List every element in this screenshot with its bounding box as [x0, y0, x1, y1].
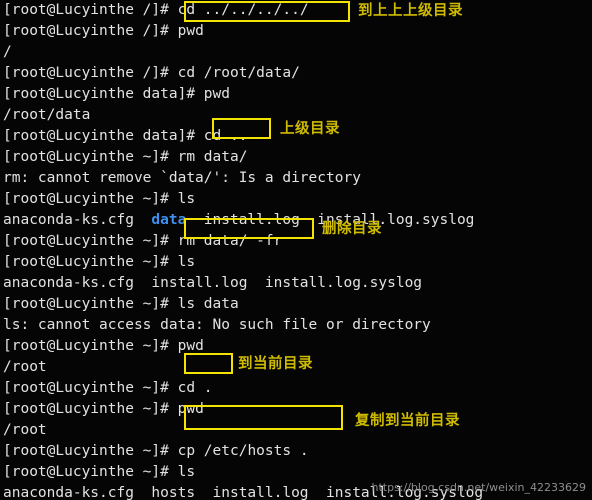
- shell-prompt: [root@Lucyinthe ~]#: [3, 233, 178, 249]
- shell-command: rm data/ -fr: [177, 233, 283, 249]
- shell-command: pwd: [203, 86, 230, 102]
- shell-prompt: [root@Lucyinthe /]#: [3, 2, 178, 18]
- terminal-prompt-line: [root@Lucyinthe ~]# ls: [3, 252, 592, 273]
- terminal-output-line: rm: cannot remove `data/': Is a director…: [3, 168, 592, 189]
- shell-prompt: [root@Lucyinthe ~]#: [3, 296, 178, 312]
- shell-command: ls: [177, 464, 196, 480]
- terminal-prompt-line: [root@Lucyinthe data]# pwd: [3, 84, 592, 105]
- watermark: https://blog.csdn.net/weixin_42233629: [371, 481, 586, 494]
- shell-command: ls: [177, 191, 196, 207]
- terminal-prompt-line: [root@Lucyinthe ~]# cp /etc/hosts .: [3, 441, 592, 462]
- ls-entry-text: anaconda-ks.cfg: [3, 212, 152, 228]
- terminal-screen[interactable]: [root@Lucyinthe /]# cd ../../../../[root…: [3, 0, 592, 500]
- shell-prompt: [root@Lucyinthe ~]#: [3, 254, 178, 270]
- shell-output: anaconda-ks.cfg install.log install.log.…: [3, 275, 423, 291]
- terminal-prompt-line: [root@Lucyinthe ~]# rm data/: [3, 147, 592, 168]
- ls-entry-directory: data: [151, 212, 187, 228]
- shell-command: cp /etc/hosts .: [177, 443, 309, 459]
- terminal-prompt-line: [root@Lucyinthe ~]# ls data: [3, 294, 592, 315]
- shell-command: cd /root/data/: [177, 65, 300, 81]
- shell-command: cd ../../../../: [177, 2, 309, 18]
- shell-command: pwd: [177, 338, 204, 354]
- terminal-prompt-line: [root@Lucyinthe ~]# cd .: [3, 378, 592, 399]
- shell-prompt: [root@Lucyinthe data]#: [3, 86, 204, 102]
- shell-command: cd ..: [203, 128, 248, 144]
- shell-output: ls: cannot access data: No such file or …: [3, 317, 431, 333]
- shell-command: ls data: [177, 296, 239, 312]
- shell-prompt: [root@Lucyinthe data]#: [3, 128, 204, 144]
- terminal-output-line: anaconda-ks.cfg install.log install.log.…: [3, 273, 592, 294]
- annotation-label: 到上上上级目录: [358, 3, 463, 19]
- terminal-window[interactable]: [root@Lucyinthe /]# cd ../../../../[root…: [0, 0, 592, 500]
- shell-output: /root: [3, 422, 47, 438]
- annotation-label: 复制到当前目录: [355, 413, 460, 429]
- terminal-output-line: /root: [3, 420, 592, 441]
- shell-prompt: [root@Lucyinthe ~]#: [3, 338, 178, 354]
- annotation-label: 上级目录: [280, 121, 340, 137]
- shell-command: pwd: [177, 401, 204, 417]
- shell-prompt: [root@Lucyinthe ~]#: [3, 149, 178, 165]
- shell-prompt: [root@Lucyinthe ~]#: [3, 191, 178, 207]
- terminal-prompt-line: [root@Lucyinthe /]# pwd: [3, 21, 592, 42]
- shell-output: /root: [3, 359, 47, 375]
- shell-prompt: [root@Lucyinthe ~]#: [3, 380, 178, 396]
- shell-prompt: [root@Lucyinthe ~]#: [3, 401, 178, 417]
- shell-command: cd .: [177, 380, 213, 396]
- shell-command: rm data/: [177, 149, 248, 165]
- terminal-prompt-line: [root@Lucyinthe /]# cd /root/data/: [3, 63, 592, 84]
- terminal-prompt-line: [root@Lucyinthe ~]# rm data/ -fr: [3, 231, 592, 252]
- terminal-prompt-line: [root@Lucyinthe ~]# pwd: [3, 399, 592, 420]
- terminal-output-line: anaconda-ks.cfg data install.log install…: [3, 210, 592, 231]
- annotation-label: 到当前目录: [238, 356, 313, 372]
- shell-command: ls: [177, 254, 196, 270]
- terminal-prompt-line: [root@Lucyinthe ~]# ls: [3, 462, 592, 483]
- terminal-output-line: /: [3, 42, 592, 63]
- shell-prompt: [root@Lucyinthe ~]#: [3, 443, 178, 459]
- shell-output: rm: cannot remove `data/': Is a director…: [3, 170, 361, 186]
- terminal-prompt-line: [root@Lucyinthe ~]# ls: [3, 189, 592, 210]
- shell-output: /root/data: [3, 107, 91, 123]
- shell-command: pwd: [177, 23, 204, 39]
- shell-output: /: [3, 44, 12, 60]
- shell-prompt: [root@Lucyinthe ~]#: [3, 464, 178, 480]
- shell-prompt: [root@Lucyinthe /]#: [3, 65, 178, 81]
- annotation-label: 删除目录: [322, 221, 382, 237]
- terminal-output-line: ls: cannot access data: No such file or …: [3, 315, 592, 336]
- terminal-prompt-line: [root@Lucyinthe /]# cd ../../../../: [3, 0, 592, 21]
- shell-prompt: [root@Lucyinthe /]#: [3, 23, 178, 39]
